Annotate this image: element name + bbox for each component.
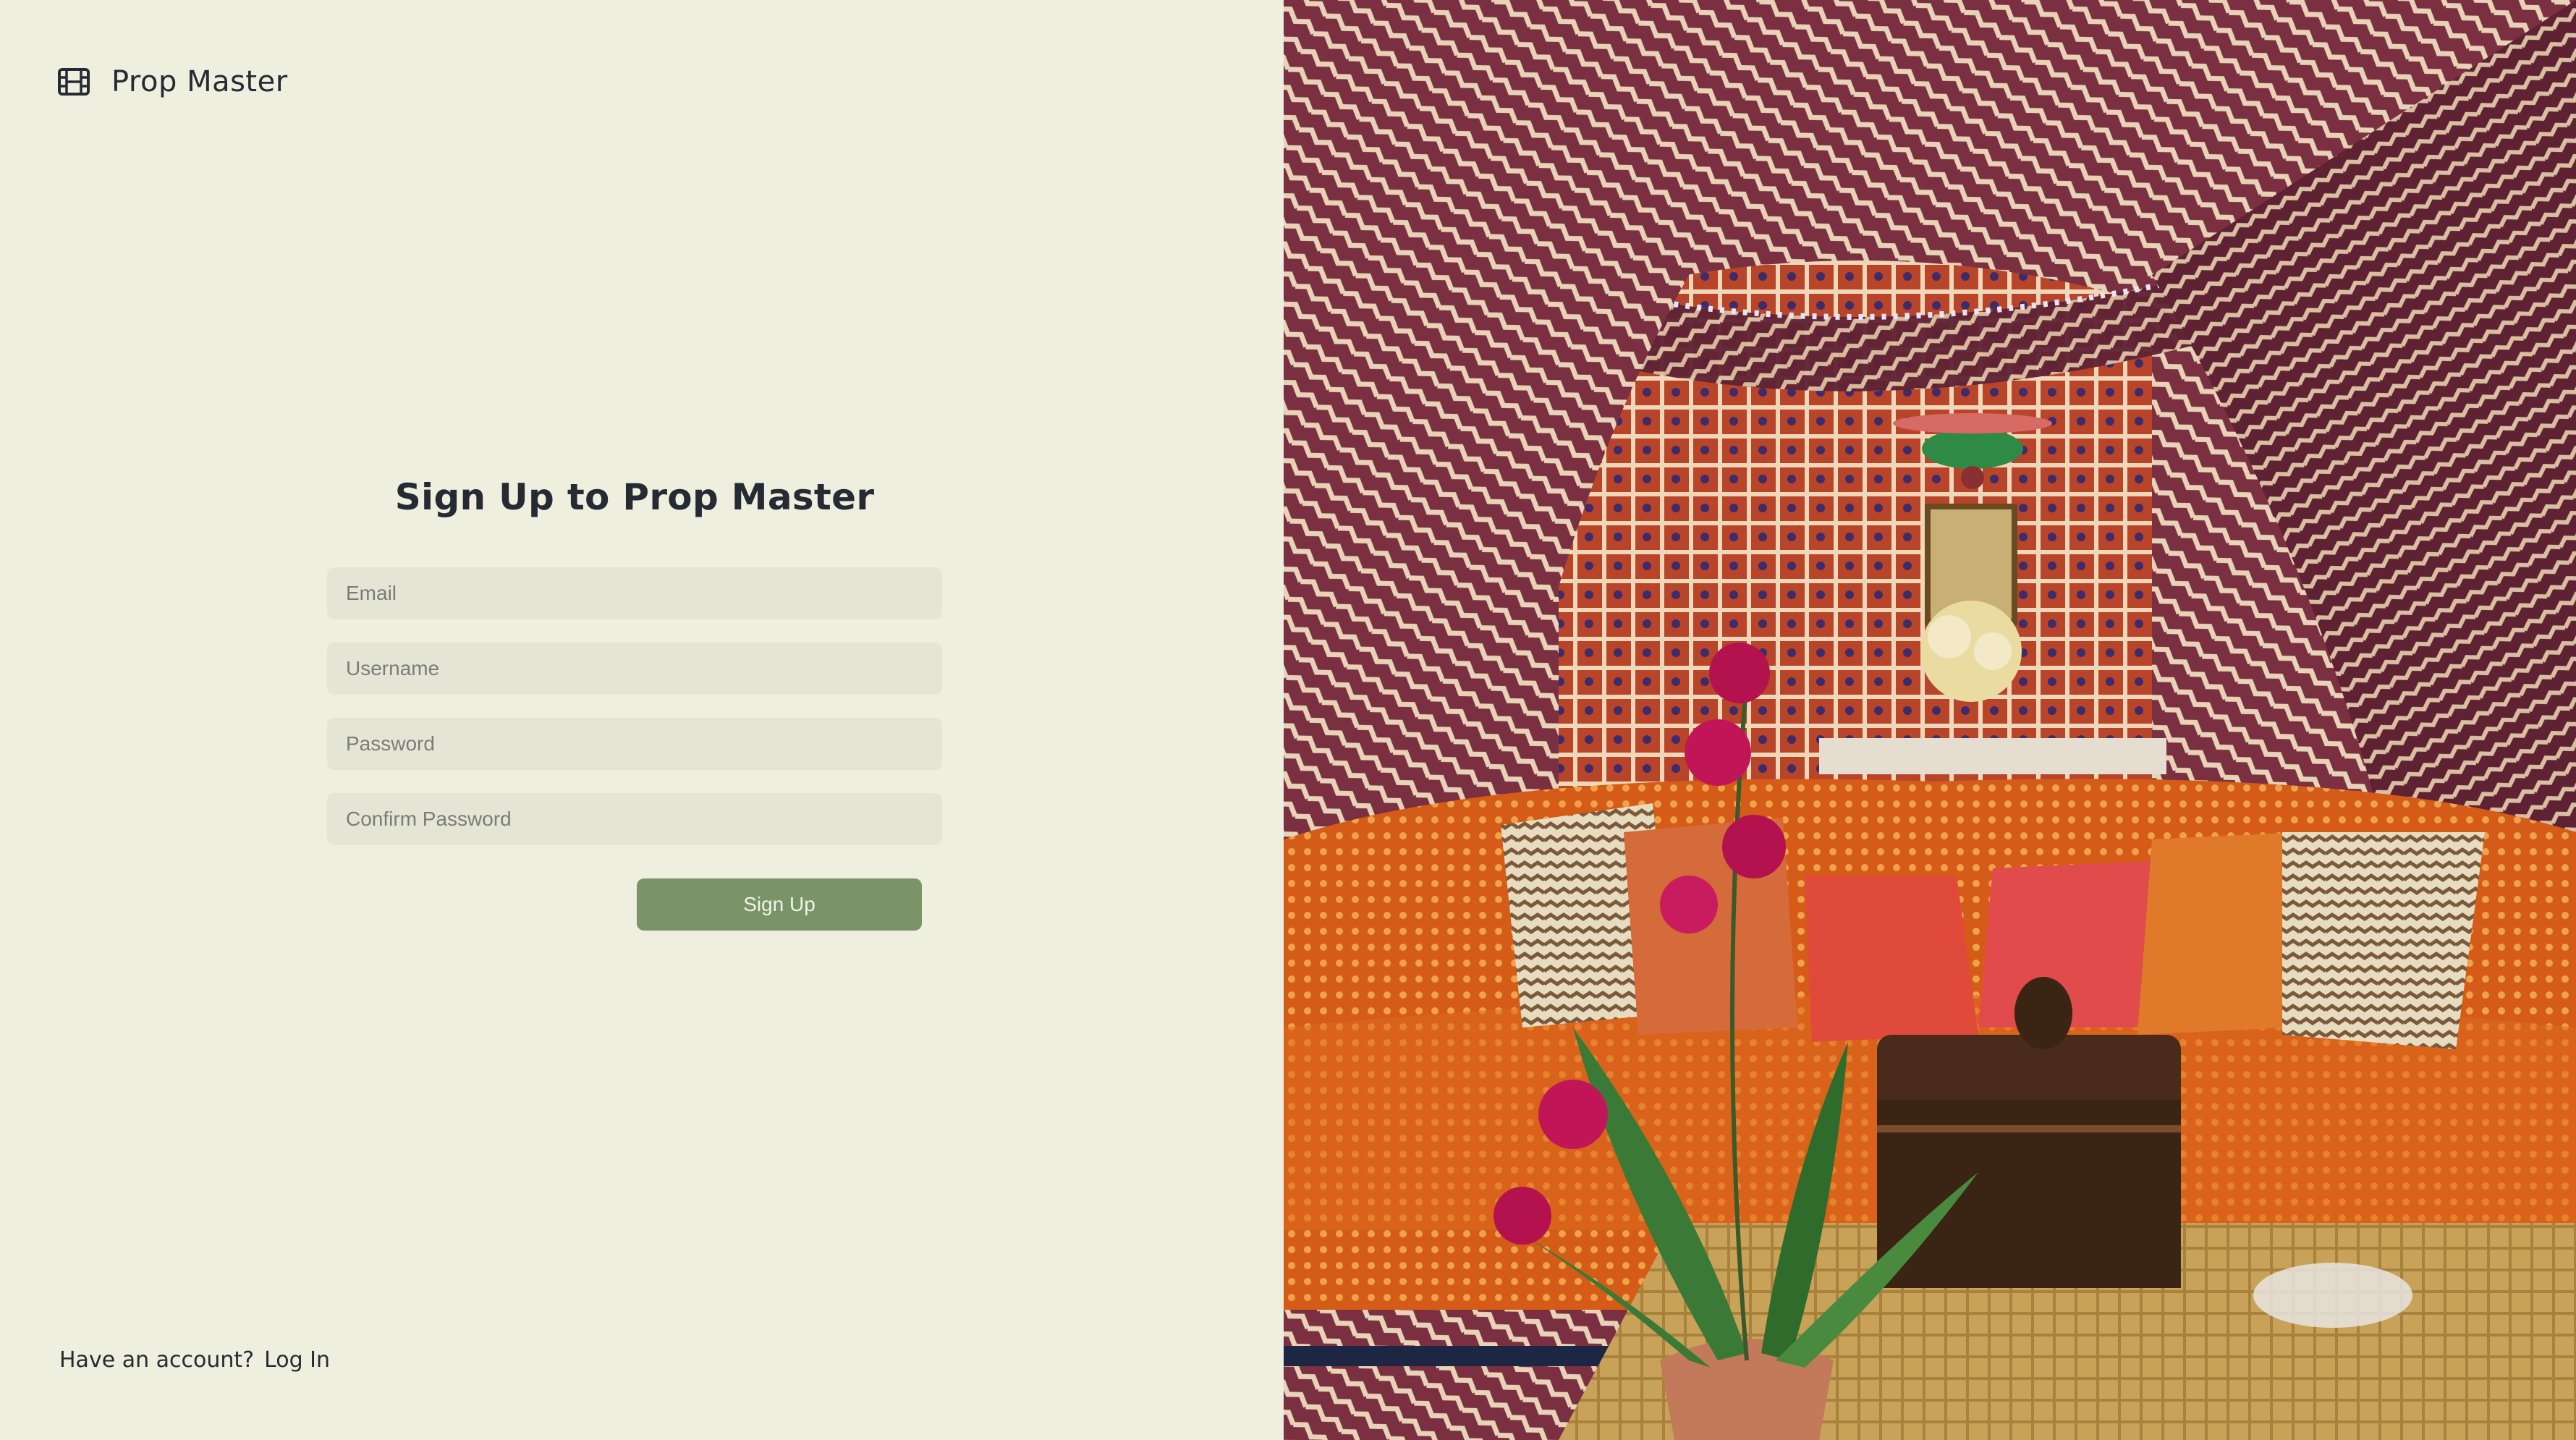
password-field[interactable] <box>327 718 942 770</box>
username-field[interactable] <box>327 643 942 695</box>
signup-panel: Prop Master Sign Up to Prop Master Sign … <box>0 0 1284 1440</box>
page-title: Sign Up to Prop Master <box>394 476 875 518</box>
email-field[interactable] <box>327 567 942 619</box>
login-prompt-text: Have an account? <box>59 1347 255 1373</box>
brand[interactable]: Prop Master <box>58 65 288 98</box>
interior-scene-illustration <box>1284 0 2576 1440</box>
sign-up-button[interactable]: Sign Up <box>637 878 922 931</box>
signup-page: Prop Master Sign Up to Prop Master Sign … <box>0 0 2576 1440</box>
submit-row: Sign Up <box>327 878 942 936</box>
film-icon <box>58 68 90 96</box>
login-prompt: Have an account? Log In <box>59 1347 330 1373</box>
login-link[interactable]: Log In <box>264 1347 330 1373</box>
app-name: Prop Master <box>111 65 288 98</box>
hero-image <box>1284 0 2576 1440</box>
confirm-password-field[interactable] <box>327 793 942 845</box>
signup-form: Sign Up to Prop Master Sign Up <box>327 476 942 936</box>
